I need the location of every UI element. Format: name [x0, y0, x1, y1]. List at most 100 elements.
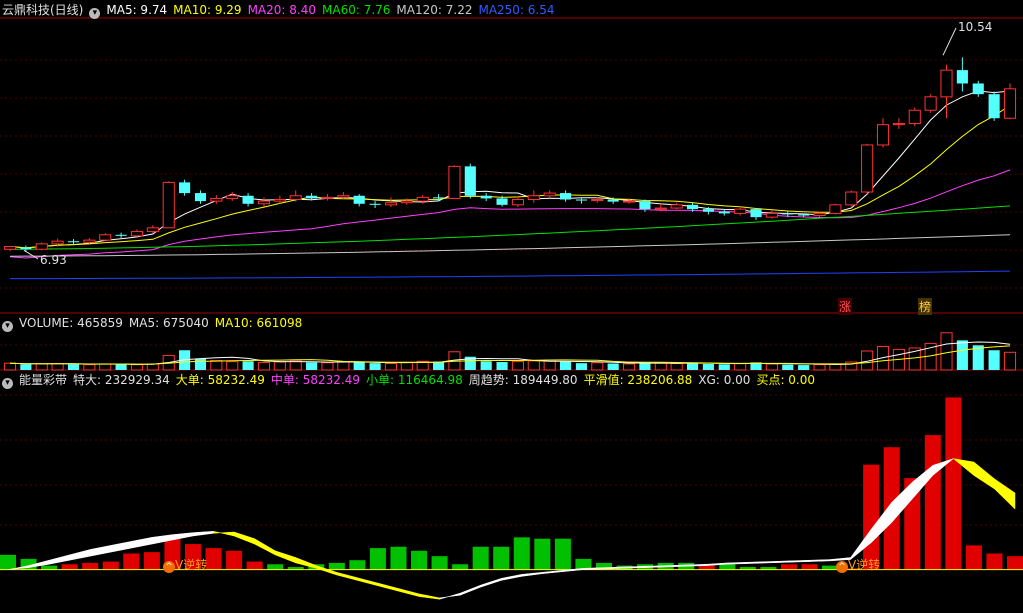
zhang-marker[interactable]: 涨 [838, 298, 853, 315]
volume-bar [813, 364, 826, 371]
candle-body [734, 208, 747, 214]
candle-body [670, 204, 683, 209]
ma20-line [9, 169, 1011, 259]
energy-ribbon-segment [809, 559, 831, 562]
candle-body [527, 195, 540, 200]
volume-bar [782, 364, 794, 370]
candle-body [829, 204, 842, 214]
legend-ma60: MA60: 7.76 [322, 3, 391, 17]
bang-marker[interactable]: 榜 [918, 298, 933, 315]
legend-ma10: MA10: 9.29 [173, 3, 242, 17]
energy-bar [349, 560, 366, 570]
energy-bar [411, 550, 428, 570]
candle-body [433, 197, 445, 199]
candle-body [146, 227, 159, 233]
candle-body [876, 124, 890, 146]
volume-bar [670, 363, 683, 371]
legend-zhongdan: 中单: 58232.49 [270, 373, 361, 387]
up-arrow-icon: ^ [163, 561, 175, 573]
candle-body [226, 195, 239, 199]
energy-bar [698, 565, 715, 570]
candle-body [543, 192, 556, 197]
legend-volume: VOLUME: 465859 [19, 316, 123, 330]
candle-body [988, 94, 1000, 119]
energy-ribbon-segment [172, 532, 194, 541]
energy-bar [472, 546, 489, 570]
candle-body [782, 213, 794, 215]
candle-body [591, 198, 604, 202]
volume-bar [988, 350, 1000, 370]
settings-circle-icon[interactable]: ▾ [2, 378, 13, 389]
volume-bar [765, 363, 778, 371]
volume-bar [480, 361, 492, 370]
candle-body [908, 109, 921, 125]
volume-bar [83, 364, 96, 371]
candle-body [718, 211, 730, 214]
candle-body [686, 204, 699, 210]
volume-bar [940, 332, 953, 371]
volume-bar [353, 361, 365, 370]
candle-body [607, 199, 619, 202]
candle-body [194, 193, 207, 202]
volume-bar [210, 360, 223, 371]
candle-body [242, 195, 254, 204]
energy-bar [61, 564, 78, 570]
candle-body [654, 207, 667, 210]
energy-bar [534, 538, 551, 570]
candle-body [813, 212, 826, 217]
stock-name: 云鼎科技(日线) [2, 3, 84, 17]
ma120-line [9, 234, 1011, 257]
energy-ribbon-segment [233, 531, 255, 545]
settings-circle-icon[interactable]: ▾ [89, 8, 101, 19]
volume-bar [734, 363, 747, 371]
candle-body [575, 199, 587, 201]
volume-bar [306, 362, 318, 370]
volume-bar [257, 361, 271, 371]
candle-body [464, 166, 476, 196]
volume-bar [511, 361, 524, 371]
energy-ribbon-segment [542, 570, 564, 574]
energy-bar [246, 561, 263, 570]
settings-circle-icon[interactable]: ▾ [2, 321, 13, 332]
signal-label-2: ^ V逆转 [836, 556, 880, 573]
candle-body [162, 181, 175, 229]
energy-bar [493, 546, 510, 570]
volume-bar [51, 363, 64, 371]
legend-vol-ma5: MA5: 675040 [128, 316, 209, 330]
legend-zhouqushi: 周趋势: 189449.80 [468, 373, 578, 387]
energy-bar [1006, 556, 1023, 570]
energy-ribbon-segment [336, 572, 358, 581]
volume-bar [575, 363, 587, 370]
volume-bar [702, 363, 714, 370]
volume-bar [115, 364, 127, 370]
low-price-label: 6.93 [40, 253, 67, 267]
energy-bar [82, 562, 99, 570]
candle-body [639, 201, 651, 210]
energy-bar [205, 548, 222, 570]
energy-ribbon-segment [357, 577, 379, 587]
candle-body [765, 212, 778, 218]
candle-body [940, 69, 953, 98]
volume-bar [337, 361, 350, 371]
candle-body [369, 203, 381, 205]
legend-tedae: 特大: 232929.34 [73, 373, 170, 387]
energy-bar [0, 554, 17, 570]
volume-bar [194, 358, 207, 370]
candle-body [321, 196, 334, 199]
volume-bar [226, 361, 239, 371]
candle-body [892, 123, 905, 126]
candle-body [511, 198, 524, 206]
energy-ribbon-segment [131, 537, 153, 549]
candle-body [83, 239, 96, 243]
energy-bar [513, 537, 530, 570]
candle-body [67, 241, 80, 243]
candle-body [130, 231, 144, 237]
energy-bar [431, 556, 448, 570]
volume-bar [273, 361, 286, 371]
energy-bar [390, 546, 407, 570]
candle-body [384, 202, 398, 206]
energy-ribbon-segment [500, 574, 523, 581]
volume-bar [67, 364, 80, 370]
volume-ma10-line [9, 345, 1011, 365]
candle-body [622, 200, 636, 203]
